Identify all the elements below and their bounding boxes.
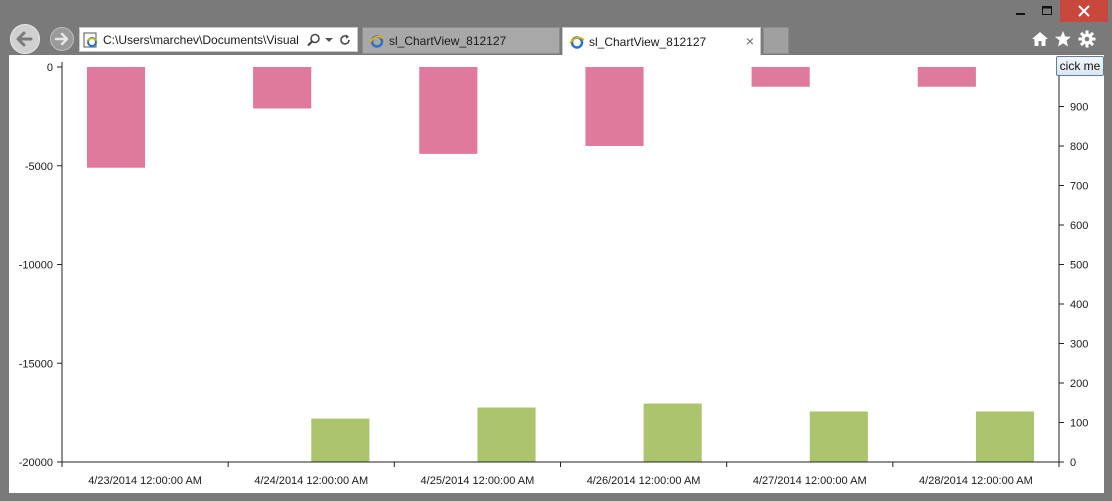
left-tick-label: -15000 — [19, 358, 53, 370]
right-tick-label: 800 — [1070, 141, 1088, 153]
right-tick-label: 700 — [1070, 181, 1088, 193]
ie-page-icon — [83, 32, 98, 47]
address-bar[interactable]: C:\Users\marchev\Documents\Visual — [79, 27, 358, 52]
chevron-down-icon[interactable] — [324, 35, 334, 45]
maximize-icon — [1041, 6, 1052, 15]
bar-chart: 0 -5000 -10000 -15000 -20000 0 100 200 300 400 500… — [19, 62, 1088, 487]
negative-bar — [751, 67, 810, 87]
negative-bar — [86, 67, 146, 168]
ie-tab-icon — [569, 35, 585, 49]
right-tick-label: 400 — [1070, 299, 1088, 311]
star-icon[interactable] — [1054, 30, 1072, 48]
close-icon — [1078, 5, 1090, 17]
positive-bar — [477, 407, 536, 462]
category-label: 4/24/2014 12:00:00 AM — [254, 475, 368, 487]
refresh-icon[interactable] — [338, 33, 352, 47]
right-tick-label: 300 — [1070, 339, 1088, 351]
left-tick-label: -10000 — [19, 260, 53, 272]
category-label: 4/27/2014 12:00:00 AM — [753, 475, 867, 487]
maximize-button[interactable] — [1034, 0, 1060, 22]
browser-window: C:\Users\marchev\Documents\Visual sl_Cha… — [0, 0, 1112, 501]
forward-arrow-icon — [54, 32, 69, 46]
back-button[interactable] — [10, 24, 40, 54]
positive-bar — [975, 411, 1035, 462]
back-arrow-icon — [16, 31, 33, 47]
negative-bar — [585, 67, 644, 146]
right-series — [311, 403, 1035, 462]
left-tick-label: -20000 — [19, 457, 53, 469]
tab-active[interactable]: sl_ChartView_812127 × — [562, 27, 761, 55]
minimize-button[interactable] — [1008, 0, 1034, 22]
forward-button[interactable] — [50, 27, 74, 51]
right-tick-label: 600 — [1070, 220, 1088, 232]
tab-close-icon[interactable]: × — [746, 33, 754, 49]
positive-bar — [809, 411, 868, 462]
right-tick-label: 0 — [1070, 457, 1076, 469]
left-tick-label: -5000 — [25, 161, 53, 173]
search-icon[interactable] — [307, 33, 321, 47]
left-tick-label: 0 — [47, 62, 53, 74]
right-tick-label: 900 — [1070, 102, 1088, 114]
home-icon[interactable] — [1031, 30, 1049, 48]
address-url: C:\Users\marchev\Documents\Visual — [103, 32, 299, 47]
category-label: 4/23/2014 12:00:00 AM — [88, 475, 202, 487]
new-tab-button[interactable] — [763, 27, 789, 54]
page-content: 0 -5000 -10000 -15000 -20000 0 100 200 300 400 500… — [9, 55, 1104, 493]
category-label: 4/25/2014 12:00:00 AM — [421, 475, 535, 487]
negative-bar — [419, 67, 478, 154]
right-tick-label: 200 — [1070, 378, 1088, 390]
negative-bar — [253, 67, 312, 109]
category-label: 4/26/2014 12:00:00 AM — [587, 475, 701, 487]
click-me-button[interactable]: cick me — [1056, 56, 1104, 76]
tab-label: sl_ChartView_812127 — [589, 34, 707, 49]
ie-tab-icon — [369, 34, 385, 48]
negative-bar — [917, 67, 976, 87]
gear-icon[interactable] — [1078, 30, 1096, 48]
chart-axes: 0 -5000 -10000 -15000 -20000 0 100 200 300 400 500… — [19, 62, 1088, 487]
minimize-icon — [1016, 13, 1025, 15]
positive-bar — [643, 403, 702, 462]
right-tick-label: 500 — [1070, 260, 1088, 272]
tab-inactive[interactable]: sl_ChartView_812127 — [362, 27, 560, 54]
positive-bar — [311, 418, 370, 462]
category-label: 4/28/2014 12:00:00 AM — [919, 475, 1033, 487]
right-tick-label: 100 — [1070, 418, 1088, 430]
tab-label: sl_ChartView_812127 — [389, 33, 507, 48]
left-series — [86, 67, 976, 168]
close-button[interactable] — [1060, 0, 1108, 22]
